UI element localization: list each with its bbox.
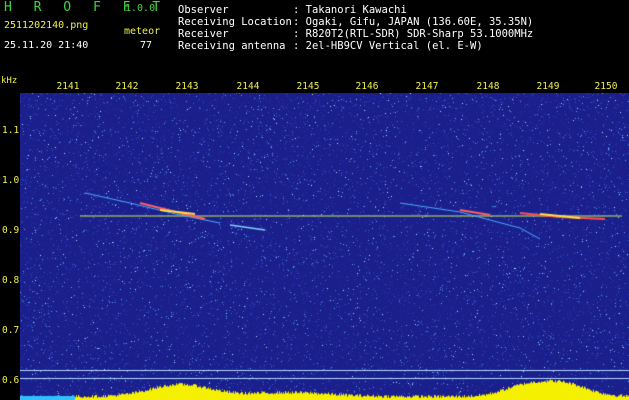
freq-tick: 0.7 [2,325,20,336]
receiver-value: : R820T2(RTL-SDR) SDR-Sharp 53.1000MHz [293,28,534,40]
location-label: Receiving Location [178,16,292,28]
time-tick: 2145 [296,81,320,92]
freq-tick: 0.6 [2,375,20,386]
time-tick: 2149 [536,81,560,92]
time-tick: 2143 [175,81,199,92]
frequency-unit-label: kHz [1,76,18,86]
spectrogram [20,93,629,400]
receiver-label: Receiver [178,28,229,40]
time-tick: 2150 [594,81,618,92]
date-time: 25.11.20 21:40 [4,40,89,51]
time-tick: 2142 [115,81,139,92]
observer-value: : Takanori Kawachi [293,4,407,16]
detection-count: 77 [140,40,153,51]
time-tick: 2141 [56,81,80,92]
time-tick: 2146 [355,81,379,92]
antenna-label: Receiving antenna [178,40,286,52]
time-tick: 2147 [415,81,439,92]
observer-label: Observer [178,4,229,16]
detection-type: meteor [124,26,161,37]
file-name: 2511202140.png [4,20,89,31]
freq-tick: 1.0 [2,175,20,186]
freq-tick: 0.9 [2,225,20,236]
antenna-value: : 2el-HB9CV Vertical (el. E-W) [293,40,483,52]
app-version: 1.0.0 [125,3,156,14]
time-tick: 2144 [236,81,260,92]
time-tick: 2148 [476,81,500,92]
header-panel: H R O F F T 1.0.0 2511202140.png meteor … [0,0,629,76]
freq-tick: 1.1 [2,125,20,136]
freq-tick: 0.8 [2,275,20,286]
location-value: : Ogaki, Gifu, JAPAN (136.60E, 35.35N) [293,16,534,28]
